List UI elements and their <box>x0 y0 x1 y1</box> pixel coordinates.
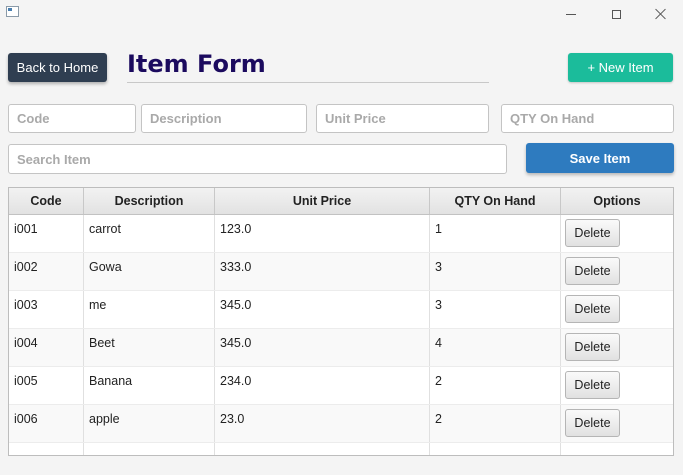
empty-cell <box>561 443 673 455</box>
qty-on-hand-input[interactable] <box>501 104 674 133</box>
cell-description: me <box>84 291 215 328</box>
cell-options: Delete <box>561 367 673 404</box>
table-row[interactable]: i001 carrot 123.0 1 Delete <box>9 215 673 253</box>
column-header-options[interactable]: Options <box>561 188 673 214</box>
cell-description: Banana <box>84 367 215 404</box>
cell-description: apple <box>84 405 215 442</box>
empty-cell <box>9 443 84 455</box>
cell-qty-on-hand: 2 <box>430 405 561 442</box>
delete-button[interactable]: Delete <box>565 219 620 247</box>
table-row[interactable]: i004 Beet 345.0 4 Delete <box>9 329 673 367</box>
cell-code: i003 <box>9 291 84 328</box>
back-to-home-button[interactable]: Back to Home <box>8 53 107 82</box>
table-row[interactable]: i006 apple 23.0 2 Delete <box>9 405 673 443</box>
minimize-icon <box>566 13 576 15</box>
cell-options: Delete <box>561 215 673 252</box>
cell-qty-on-hand: 3 <box>430 253 561 290</box>
column-header-qty-on-hand[interactable]: QTY On Hand <box>430 188 561 214</box>
cell-code: i006 <box>9 405 84 442</box>
cell-unit-price: 345.0 <box>215 291 430 328</box>
empty-cell <box>84 443 215 455</box>
cell-qty-on-hand: 4 <box>430 329 561 366</box>
unit-price-input[interactable] <box>316 104 489 133</box>
cell-code: i001 <box>9 215 84 252</box>
column-header-unit-price[interactable]: Unit Price <box>215 188 430 214</box>
cell-unit-price: 234.0 <box>215 367 430 404</box>
delete-button[interactable]: Delete <box>565 333 620 361</box>
maximize-icon <box>611 9 621 19</box>
table-header: Code Description Unit Price QTY On Hand … <box>9 188 673 215</box>
column-header-code[interactable]: Code <box>9 188 84 214</box>
cell-code: i005 <box>9 367 84 404</box>
cell-qty-on-hand: 3 <box>430 291 561 328</box>
cell-description: carrot <box>84 215 215 252</box>
delete-button[interactable]: Delete <box>565 295 620 323</box>
minimize-button[interactable] <box>548 0 594 28</box>
delete-button[interactable]: Delete <box>565 409 620 437</box>
save-item-button[interactable]: Save Item <box>526 143 674 173</box>
description-input[interactable] <box>141 104 307 133</box>
code-input[interactable] <box>8 104 136 133</box>
table-row[interactable]: i005 Banana 234.0 2 Delete <box>9 367 673 405</box>
cell-unit-price: 23.0 <box>215 405 430 442</box>
cell-unit-price: 123.0 <box>215 215 430 252</box>
maximize-button[interactable] <box>593 0 639 28</box>
cell-description: Beet <box>84 329 215 366</box>
column-header-description[interactable]: Description <box>84 188 215 214</box>
title-divider <box>127 82 489 83</box>
table-row[interactable]: i002 Gowa 333.0 3 Delete <box>9 253 673 291</box>
cell-options: Delete <box>561 253 673 290</box>
new-item-button[interactable]: + New Item <box>568 53 673 82</box>
empty-cell <box>215 443 430 455</box>
close-button[interactable] <box>638 0 683 28</box>
cell-unit-price: 333.0 <box>215 253 430 290</box>
cell-description: Gowa <box>84 253 215 290</box>
empty-cell <box>430 443 561 455</box>
cell-unit-price: 345.0 <box>215 329 430 366</box>
delete-button[interactable]: Delete <box>565 257 620 285</box>
cell-code: i002 <box>9 253 84 290</box>
search-input[interactable] <box>8 144 507 174</box>
delete-button[interactable]: Delete <box>565 371 620 399</box>
cell-options: Delete <box>561 405 673 442</box>
cell-qty-on-hand: 1 <box>430 215 561 252</box>
window-titlebar <box>0 0 683 30</box>
cell-qty-on-hand: 2 <box>430 367 561 404</box>
table-row-empty <box>9 443 673 455</box>
close-icon <box>655 8 667 20</box>
cell-options: Delete <box>561 329 673 366</box>
cell-code: i004 <box>9 329 84 366</box>
items-table: Code Description Unit Price QTY On Hand … <box>8 187 674 456</box>
cell-options: Delete <box>561 291 673 328</box>
app-icon <box>6 6 19 17</box>
page-title: Item Form <box>127 50 266 78</box>
table-row[interactable]: i003 me 345.0 3 Delete <box>9 291 673 329</box>
